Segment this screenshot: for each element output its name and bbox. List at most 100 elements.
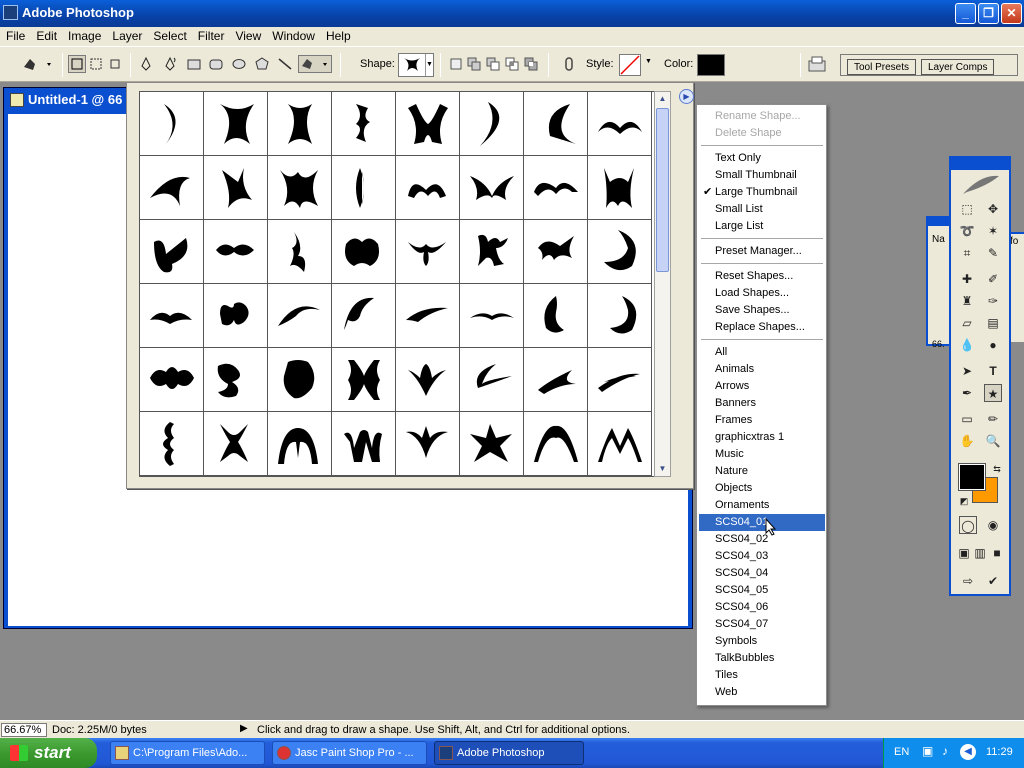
shape-thumbnail[interactable] xyxy=(588,156,652,220)
task-paint-shop-pro[interactable]: Jasc Paint Shop Pro - ... xyxy=(272,741,427,765)
menu-item-scs04-02[interactable]: SCS04_02 xyxy=(699,531,825,548)
standard-mode-icon[interactable]: ◯ xyxy=(959,516,977,534)
menu-item-arrows[interactable]: Arrows xyxy=(699,378,825,395)
rounded-rectangle-icon[interactable] xyxy=(207,55,225,73)
shape-thumbnail[interactable] xyxy=(460,284,524,348)
shape-thumbnail[interactable] xyxy=(268,348,332,412)
paths-button[interactable] xyxy=(87,55,105,73)
shape-thumbnail[interactable] xyxy=(588,92,652,156)
shape-layers-button[interactable] xyxy=(68,55,86,73)
zoom-tool-icon[interactable]: 🔍 xyxy=(984,432,1002,450)
shape-thumbnail[interactable] xyxy=(396,220,460,284)
shape-thumbnail[interactable] xyxy=(588,284,652,348)
tab-navigator[interactable]: Na xyxy=(932,234,945,245)
fill-pixels-button[interactable] xyxy=(106,55,124,73)
create-new-shape-layer-icon[interactable] xyxy=(447,55,465,73)
shape-thumbnail[interactable] xyxy=(204,412,268,476)
zoom-field[interactable]: 66.67% xyxy=(1,723,47,737)
status-arrow-icon[interactable]: ▶ xyxy=(240,723,248,734)
swap-colors-icon[interactable]: ⇆ xyxy=(988,460,1006,478)
network-icon[interactable]: ▣ xyxy=(922,744,933,758)
menu-filter[interactable]: Filter xyxy=(192,27,230,43)
scroll-up-icon[interactable]: ▲ xyxy=(656,92,669,106)
shape-thumbnail[interactable] xyxy=(588,220,652,284)
rectangle-shape-icon[interactable] xyxy=(185,55,203,73)
polygon-icon[interactable] xyxy=(253,55,271,73)
subtract-shape-area-icon[interactable] xyxy=(484,55,502,73)
menu-item-preset-manager[interactable]: Preset Manager... xyxy=(699,243,825,260)
start-button[interactable]: start xyxy=(0,738,97,768)
quick-mask-icon[interactable]: ◉ xyxy=(984,516,1002,534)
menu-item-scs04-05[interactable]: SCS04_05 xyxy=(699,582,825,599)
menu-item-replace-shapes[interactable]: Replace Shapes... xyxy=(699,319,825,336)
history-brush-icon[interactable]: ✑ xyxy=(984,292,1002,310)
marquee-tool-icon[interactable]: ⬚ xyxy=(958,200,976,218)
shape-thumbnail[interactable] xyxy=(524,156,588,220)
menu-item-objects[interactable]: Objects xyxy=(699,480,825,497)
move-tool-icon[interactable]: ✥ xyxy=(984,200,1002,218)
menu-item-ornaments[interactable]: Ornaments xyxy=(699,497,825,514)
task-adobe-photoshop[interactable]: Adobe Photoshop xyxy=(434,741,584,765)
add-to-shape-area-icon[interactable] xyxy=(465,55,483,73)
shape-thumbnail[interactable] xyxy=(588,348,652,412)
shape-thumbnail[interactable] xyxy=(204,156,268,220)
task-explorer[interactable]: C:\Program Files\Ado... xyxy=(110,741,265,765)
shape-thumbnail[interactable] xyxy=(524,348,588,412)
shape-thumbnail[interactable] xyxy=(460,412,524,476)
menu-item-music[interactable]: Music xyxy=(699,446,825,463)
shape-thumbnail[interactable] xyxy=(460,348,524,412)
menu-item-small-thumbnail[interactable]: Small Thumbnail xyxy=(699,167,825,184)
menu-item-small-list[interactable]: Small List xyxy=(699,201,825,218)
menu-item-banners[interactable]: Banners xyxy=(699,395,825,412)
file-browser-icon[interactable] xyxy=(806,53,830,77)
pen-tool-icon[interactable] xyxy=(137,55,155,73)
menu-item-reset-shapes[interactable]: Reset Shapes... xyxy=(699,268,825,285)
menu-window[interactable]: Window xyxy=(266,27,320,43)
tool-preset-picker[interactable] xyxy=(20,54,54,72)
shape-thumbnail[interactable] xyxy=(460,220,524,284)
menu-item-scs04-03[interactable]: SCS04_03 xyxy=(699,548,825,565)
shape-thumbnail[interactable] xyxy=(332,92,396,156)
shape-thumbnail[interactable] xyxy=(140,348,204,412)
link-icon[interactable] xyxy=(560,55,578,73)
pen-tool-icon[interactable]: ✒ xyxy=(958,384,976,402)
ellipse-icon[interactable] xyxy=(230,55,248,73)
jump-to-imageready-icon[interactable]: ⇨ xyxy=(959,572,977,590)
menu-item-text-only[interactable]: Text Only xyxy=(699,150,825,167)
shape-thumbnail[interactable] xyxy=(204,284,268,348)
shape-thumbnail[interactable] xyxy=(396,412,460,476)
slice-tool-icon[interactable]: ✎ xyxy=(984,244,1002,262)
tab-info[interactable]: fo xyxy=(1010,236,1018,247)
shape-thumbnail[interactable] xyxy=(332,348,396,412)
shape-thumbnail[interactable] xyxy=(332,284,396,348)
scrollbar-thumb[interactable] xyxy=(656,108,669,272)
menu-select[interactable]: Select xyxy=(147,27,191,43)
picker-menu-arrow-icon[interactable]: ▶ xyxy=(679,89,694,104)
minimize-button[interactable]: _ xyxy=(955,3,976,24)
style-swatch[interactable] xyxy=(619,54,641,76)
shape-thumbnail[interactable] xyxy=(332,156,396,220)
path-selection-icon[interactable]: ➤ xyxy=(958,362,976,380)
type-tool-icon[interactable]: T xyxy=(984,362,1002,380)
language-indicator[interactable]: EN xyxy=(894,746,909,758)
shape-thumbnail[interactable] xyxy=(396,348,460,412)
tab-layer-comps[interactable]: Layer Comps xyxy=(921,59,995,75)
shape-thumbnail[interactable] xyxy=(140,156,204,220)
gradient-tool-icon[interactable]: ▤ xyxy=(984,314,1002,332)
menu-item-frames[interactable]: Frames xyxy=(699,412,825,429)
menu-item-scs04-07[interactable]: SCS04_07 xyxy=(699,616,825,633)
shape-thumbnail[interactable] xyxy=(524,220,588,284)
brush-tool-icon[interactable]: ✐ xyxy=(984,270,1002,288)
shape-thumbnail[interactable] xyxy=(268,156,332,220)
menu-layer[interactable]: Layer xyxy=(106,27,147,43)
shape-thumbnail[interactable] xyxy=(140,220,204,284)
notes-tool-icon[interactable]: ▭ xyxy=(958,410,976,428)
menu-item-animals[interactable]: Animals xyxy=(699,361,825,378)
exclude-overlap-icon[interactable] xyxy=(522,55,540,73)
eraser-icon[interactable]: ▱ xyxy=(958,314,976,332)
screen-mode-full-menu-icon[interactable]: ▥ xyxy=(971,544,989,562)
shape-thumbnail[interactable] xyxy=(588,412,652,476)
menu-item-save-shapes[interactable]: Save Shapes... xyxy=(699,302,825,319)
shape-thumbnail[interactable] xyxy=(204,220,268,284)
shape-thumbnail[interactable] xyxy=(204,92,268,156)
